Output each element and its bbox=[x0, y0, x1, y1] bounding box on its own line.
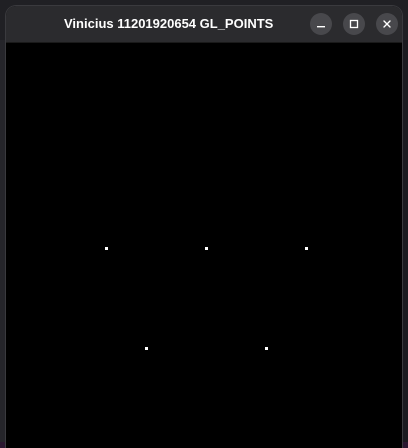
maximize-icon bbox=[349, 19, 359, 29]
gl-point bbox=[265, 347, 268, 350]
minimize-icon bbox=[317, 26, 325, 28]
window-title: Vinicius 11201920654 GL_POINTS bbox=[64, 16, 274, 31]
background-window-right bbox=[402, 40, 408, 448]
gl-point bbox=[105, 247, 108, 250]
desktop: Vinicius 11201920654 GL_POINTS bbox=[0, 0, 408, 448]
maximize-button[interactable] bbox=[343, 13, 365, 35]
gl-points-window: Vinicius 11201920654 GL_POINTS bbox=[6, 6, 402, 448]
gl-point bbox=[205, 247, 208, 250]
gl-point bbox=[305, 247, 308, 250]
close-button[interactable] bbox=[376, 13, 398, 35]
gl-point bbox=[145, 347, 148, 350]
gl-canvas[interactable] bbox=[6, 43, 402, 448]
minimize-button[interactable] bbox=[310, 13, 332, 35]
close-icon bbox=[383, 20, 391, 28]
title-bar[interactable]: Vinicius 11201920654 GL_POINTS bbox=[6, 6, 402, 43]
